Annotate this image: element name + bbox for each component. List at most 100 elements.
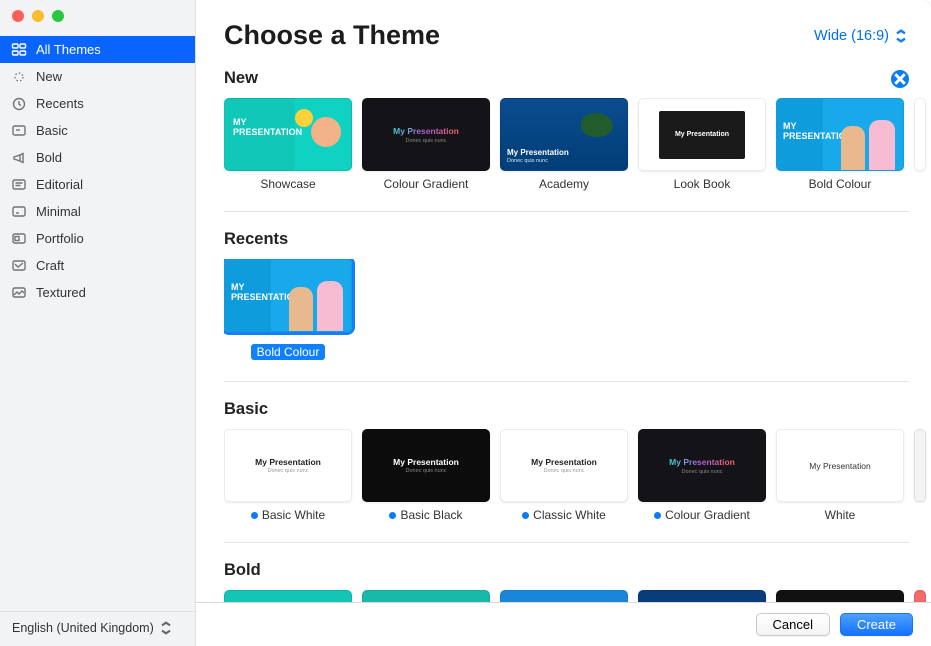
theme-thumbnail [914, 429, 926, 502]
theme-thumbnail: My PresentationDonec quis nunc [224, 429, 352, 502]
theme-thumbnail: My Presentation [638, 98, 766, 171]
aspect-ratio-picker[interactable]: Wide (16:9) [814, 28, 909, 44]
sidebar-item-label: Textured [36, 283, 86, 302]
theme-label: Bold Colour [776, 177, 904, 191]
clock-icon [10, 95, 28, 113]
sidebar-item-portfolio[interactable]: Portfolio [0, 225, 195, 252]
create-button[interactable]: Create [840, 613, 913, 636]
theme-label: Showcase [224, 177, 352, 191]
theme-basic-black[interactable]: My PresentationDonec quis nunc Basic Bla… [362, 429, 490, 522]
megaphone-icon [10, 149, 28, 167]
section-title: Basic [224, 400, 268, 419]
theme-basic-white[interactable]: My PresentationDonec quis nunc Basic Whi… [224, 429, 352, 522]
theme-thumbnail: My PresentationDonec quis nunc [362, 98, 490, 171]
sidebar-item-label: Portfolio [36, 229, 84, 248]
theme-bold-1[interactable] [224, 590, 352, 602]
theme-label: Colour Gradient [362, 177, 490, 191]
theme-bold-4[interactable] [638, 590, 766, 602]
theme-look-book[interactable]: My Presentation Look Book [638, 98, 766, 191]
content-scroll[interactable]: Choose a Theme Wide (16:9) New MYPRESENT… [196, 0, 931, 602]
section-basic: Basic My PresentationDonec quis nunc Bas… [224, 400, 931, 543]
theme-thumbnail [638, 590, 766, 602]
theme-bold-2[interactable] [362, 590, 490, 602]
main: Choose a Theme Wide (16:9) New MYPRESENT… [196, 0, 931, 646]
sidebar-item-bold[interactable]: Bold [0, 144, 195, 171]
downloaded-indicator-icon [522, 512, 529, 519]
theme-label: Colour Gradient [638, 508, 766, 522]
craft-icon [10, 257, 28, 275]
page-title: Choose a Theme [224, 20, 440, 51]
theme-bold-colour[interactable]: MYPRESENTATION Bold Colour [776, 98, 904, 191]
theme-label: Academy [500, 177, 628, 191]
textured-icon [10, 284, 28, 302]
sidebar-item-label: Bold [36, 148, 62, 167]
sidebar-item-label: Recents [36, 94, 84, 113]
theme-thumbnail: My PresentationDonec quis nunc [362, 429, 490, 502]
sidebar-item-label: All Themes [36, 40, 101, 59]
theme-showcase[interactable]: MYPRESENTATION Showcase [224, 98, 352, 191]
theme-colour-gradient[interactable]: My PresentationDonec quis nunc Colour Gr… [362, 98, 490, 191]
theme-white[interactable]: My Presentation White [776, 429, 904, 522]
minimal-icon [10, 203, 28, 221]
sidebar-item-recents[interactable]: Recents [0, 90, 195, 117]
theme-classic-white[interactable]: My PresentationDonec quis nunc Classic W… [500, 429, 628, 522]
downloaded-indicator-icon [654, 512, 661, 519]
section-new: New MYPRESENTATION Showcase My Presentat… [224, 69, 931, 212]
sidebar-item-all-themes[interactable]: All Themes [0, 36, 195, 63]
theme-overflow-peek[interactable] [914, 429, 926, 522]
theme-thumbnail: My PresentationDonec quis nunc [500, 98, 628, 171]
window-zoom-button[interactable] [52, 10, 64, 22]
sidebar-item-new[interactable]: New [0, 63, 195, 90]
language-label: English (United Kingdom) [12, 621, 154, 635]
theme-thumbnail [914, 590, 926, 602]
grid-icon [10, 41, 28, 59]
sidebar-item-label: Craft [36, 256, 64, 275]
language-picker[interactable]: English (United Kingdom) [8, 618, 178, 638]
theme-bold-6[interactable] [914, 590, 926, 602]
theme-label: White [776, 508, 904, 522]
sidebar-item-label: Basic [36, 121, 68, 140]
section-title: Bold [224, 561, 261, 580]
cancel-button[interactable]: Cancel [756, 613, 830, 636]
theme-thumbnail: My Presentation [776, 429, 904, 502]
theme-label: Classic White [500, 508, 628, 522]
theme-overflow-peek[interactable] [914, 98, 926, 191]
window-close-button[interactable] [12, 10, 24, 22]
downloaded-indicator-icon [251, 512, 258, 519]
window-traffic-lights [12, 10, 64, 22]
theme-basic-colour-gradient[interactable]: My PresentationDonec quis nunc Colour Gr… [638, 429, 766, 522]
sidebar-category-list: All Themes New Recents Basic Bold [0, 36, 195, 611]
sidebar-item-label: Editorial [36, 175, 83, 194]
theme-recent-bold-colour[interactable]: MYPRESENTATION Bold Colour [224, 259, 352, 361]
theme-bold-5[interactable] [776, 590, 904, 602]
theme-thumbnail: MYPRESENTATION [224, 98, 352, 171]
dismiss-new-button[interactable] [891, 70, 909, 88]
sidebar-item-minimal[interactable]: Minimal [0, 198, 195, 225]
sparkle-icon [10, 68, 28, 86]
doc-icon [10, 122, 28, 140]
theme-thumbnail: MYPRESENTATION [224, 259, 352, 332]
sidebar-item-basic[interactable]: Basic [0, 117, 195, 144]
theme-label: Look Book [638, 177, 766, 191]
sidebar-item-craft[interactable]: Craft [0, 252, 195, 279]
sidebar-item-label: Minimal [36, 202, 81, 221]
theme-thumbnail: MYPRESENTATION [776, 98, 904, 171]
section-title: New [224, 69, 258, 88]
theme-academy[interactable]: My PresentationDonec quis nunc Academy [500, 98, 628, 191]
theme-thumbnail [776, 590, 904, 602]
theme-label: Basic Black [362, 508, 490, 522]
portfolio-icon [10, 230, 28, 248]
aspect-label: Wide (16:9) [814, 28, 889, 44]
window-minimize-button[interactable] [32, 10, 44, 22]
sidebar-item-editorial[interactable]: Editorial [0, 171, 195, 198]
theme-label: Basic White [224, 508, 352, 522]
theme-thumbnail: My PresentationDonec quis nunc [638, 429, 766, 502]
theme-bold-3[interactable] [500, 590, 628, 602]
theme-thumbnail [914, 98, 926, 171]
updown-icon [893, 28, 909, 44]
section-title: Recents [224, 230, 288, 249]
theme-label: Bold Colour [251, 344, 326, 360]
section-recents: Recents MYPRESENTATION Bold Colour [224, 230, 931, 382]
downloaded-indicator-icon [389, 512, 396, 519]
sidebar-item-textured[interactable]: Textured [0, 279, 195, 306]
